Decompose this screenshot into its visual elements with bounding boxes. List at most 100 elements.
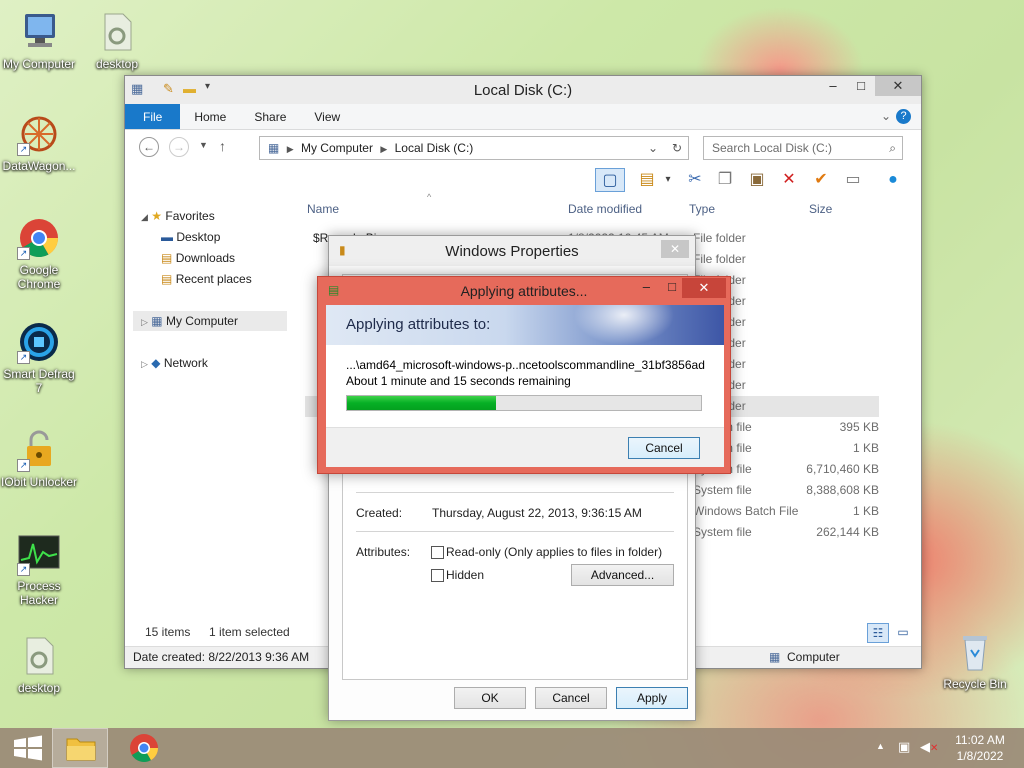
properties-titlebar[interactable]: ▮ Windows Properties ✕	[329, 236, 695, 266]
taskbar-file-explorer[interactable]	[52, 728, 108, 768]
desktop-icon-desktop-bottom[interactable]: desktop	[0, 634, 78, 695]
ok-button[interactable]: OK	[454, 687, 526, 709]
breadcrumb-local-disk[interactable]: Local Disk (C:)	[395, 141, 474, 155]
nav-my-computer[interactable]: ▷ ▦ My Computer	[133, 311, 287, 331]
toolbar: ▢ ▤ ▾ ✂ ❐ ▣ ✕ ✔ ▭ ●	[125, 164, 921, 196]
nav-desktop-label: Desktop	[176, 230, 221, 244]
nav-recent-label: Recent places	[175, 272, 252, 286]
desktop-icon-label: Process Hacker	[17, 579, 61, 607]
applying-close-button[interactable]: ✕	[682, 278, 726, 298]
nav-my-computer-label: My Computer	[165, 314, 238, 328]
advanced-button[interactable]: Advanced...	[571, 564, 674, 586]
preview-pane-button[interactable]: ▢	[595, 168, 625, 192]
nav-recent-places[interactable]: ▤ Recent places	[161, 269, 252, 289]
tab-view[interactable]: View	[300, 104, 354, 129]
delete-icon[interactable]: ✕	[777, 168, 801, 192]
column-header-size[interactable]: Size	[809, 202, 832, 216]
applying-titlebar[interactable]: ▤ Applying attributes... – □ ✕	[318, 277, 730, 303]
search-placeholder: Search Local Disk (C:)	[712, 141, 833, 155]
options-dropdown-icon[interactable]: ▾	[661, 168, 675, 192]
cut-icon[interactable]: ✂	[683, 168, 707, 192]
item-count: 15 items	[145, 625, 191, 639]
up-button[interactable]: ↑	[219, 138, 226, 154]
properties-check-icon[interactable]: ✔	[809, 168, 833, 192]
address-row: ← → ▼ ↑ ▦ ▶ My Computer ▶ Local Disk (C:…	[125, 130, 921, 164]
desktop-icon-datawagon[interactable]: ↗ DataWagon...	[0, 112, 78, 173]
column-header-name[interactable]: Name	[307, 202, 339, 216]
navigation-pane: ◢ ★ Favorites ▬ Desktop ▤ Downloads ▤ Re…	[133, 204, 293, 644]
file-type: File folder	[693, 252, 746, 266]
details-view-button[interactable]: ☷	[867, 623, 889, 643]
desktop-icon-smart-defrag[interactable]: ↗ Smart Defrag 7	[0, 320, 78, 395]
maximize-button[interactable]: □	[847, 76, 875, 96]
globe-icon[interactable]: ●	[881, 168, 905, 192]
ribbon-tabs: File Home Share View ⌄ ?	[125, 104, 921, 130]
start-button[interactable]	[0, 728, 56, 768]
taskbar-chrome[interactable]	[116, 728, 172, 768]
tab-file[interactable]: File	[125, 104, 181, 129]
date-created-detail: Date created: 8/22/2013 9:36 AM	[133, 650, 310, 664]
search-input[interactable]: Search Local Disk (C:) ⌕	[703, 136, 903, 160]
back-button[interactable]: ←	[139, 137, 159, 157]
network-tray-icon[interactable]: ▣	[898, 739, 910, 755]
tab-share[interactable]: Share	[240, 104, 300, 129]
nav-favorites[interactable]: ◢ ★ Favorites	[141, 206, 215, 226]
clock-date: 1/8/2022	[956, 749, 1004, 763]
paste-icon[interactable]: ▣	[745, 168, 769, 192]
help-icon[interactable]: ?	[896, 109, 911, 124]
desktop-icon-iobit-unlocker[interactable]: ↗ IObit Unlocker	[0, 428, 78, 489]
folder-options-button[interactable]: ▤	[635, 168, 659, 192]
readonly-checkbox[interactable]	[431, 546, 444, 559]
datawagon-icon: ↗	[17, 112, 61, 156]
breadcrumb-my-computer[interactable]: My Computer	[301, 141, 373, 155]
close-button[interactable]: ✕	[875, 76, 921, 96]
ribbon-expand-icon[interactable]: ⌄	[881, 109, 891, 123]
hidden-label: Hidden	[446, 568, 485, 582]
system-clock[interactable]: 11:02 AM 1/8/2022	[944, 732, 1016, 764]
minimize-button[interactable]: –	[643, 279, 650, 294]
forward-button[interactable]: →	[169, 137, 189, 157]
nav-desktop[interactable]: ▬ Desktop	[161, 227, 220, 247]
applying-cancel-button[interactable]: Cancel	[628, 437, 700, 459]
attributes-label: Attributes:	[356, 545, 411, 559]
volume-muted-icon[interactable]: ◀✕	[920, 739, 938, 755]
desktop-icon-desktop-top[interactable]: desktop	[78, 10, 156, 71]
desktop-icon-google-chrome[interactable]: ↗ Google Chrome	[0, 216, 78, 291]
divider	[356, 492, 674, 493]
recent-locations-icon[interactable]: ▼	[199, 140, 208, 150]
refresh-icon[interactable]: ↻	[672, 137, 682, 159]
properties-close-button[interactable]: ✕	[661, 240, 689, 258]
collapse-icon: ◢	[141, 212, 148, 222]
chrome-icon: ↗	[17, 216, 61, 260]
nav-downloads[interactable]: ▤ Downloads	[161, 248, 235, 268]
search-icon[interactable]: ⌕	[889, 137, 896, 159]
nav-network[interactable]: ▷ ◆ Network	[141, 353, 208, 373]
desktop-icon-process-hacker[interactable]: ↗ Process Hacker	[0, 532, 78, 607]
copy-icon[interactable]: ❐	[713, 168, 737, 192]
window-title: Local Disk (C:)	[473, 82, 573, 99]
tab-home[interactable]: Home	[180, 104, 240, 129]
unlocker-icon: ↗	[17, 428, 61, 472]
address-bar[interactable]: ▦ ▶ My Computer ▶ Local Disk (C:) ⌄ ↻	[259, 136, 689, 160]
applying-attributes-dialog[interactable]: ▤ Applying attributes... – □ ✕ Applying …	[317, 276, 731, 474]
desktop-icon-my-computer[interactable]: My Computer	[0, 10, 78, 71]
shortcut-arrow-icon: ↗	[17, 143, 30, 156]
hidden-checkbox[interactable]	[431, 569, 444, 582]
maximize-button[interactable]: □	[668, 279, 676, 294]
recycle-bin-icon	[953, 630, 997, 674]
address-dropdown-icon[interactable]: ⌄	[648, 137, 658, 159]
desktop-icon-recycle-bin[interactable]: Recycle Bin	[936, 630, 1014, 691]
column-header-date[interactable]: Date modified	[568, 202, 642, 216]
minimize-button[interactable]: –	[819, 76, 847, 96]
desktop-icon-label: My Computer	[2, 57, 76, 71]
column-header-type[interactable]: Type	[689, 202, 715, 216]
applying-footer: Cancel	[326, 427, 724, 467]
progress-fill	[347, 396, 496, 410]
large-icons-view-button[interactable]: ▭	[893, 623, 913, 643]
rename-icon[interactable]: ▭	[841, 168, 865, 192]
explorer-titlebar[interactable]: ▦ ✎ ▬ ▾ Local Disk (C:) – □ ✕	[125, 76, 921, 104]
apply-button[interactable]: Apply	[616, 687, 688, 709]
cancel-button[interactable]: Cancel	[535, 687, 607, 709]
show-hidden-icons-icon[interactable]: ▲	[876, 741, 885, 751]
recent-places-icon: ▤	[161, 272, 173, 286]
